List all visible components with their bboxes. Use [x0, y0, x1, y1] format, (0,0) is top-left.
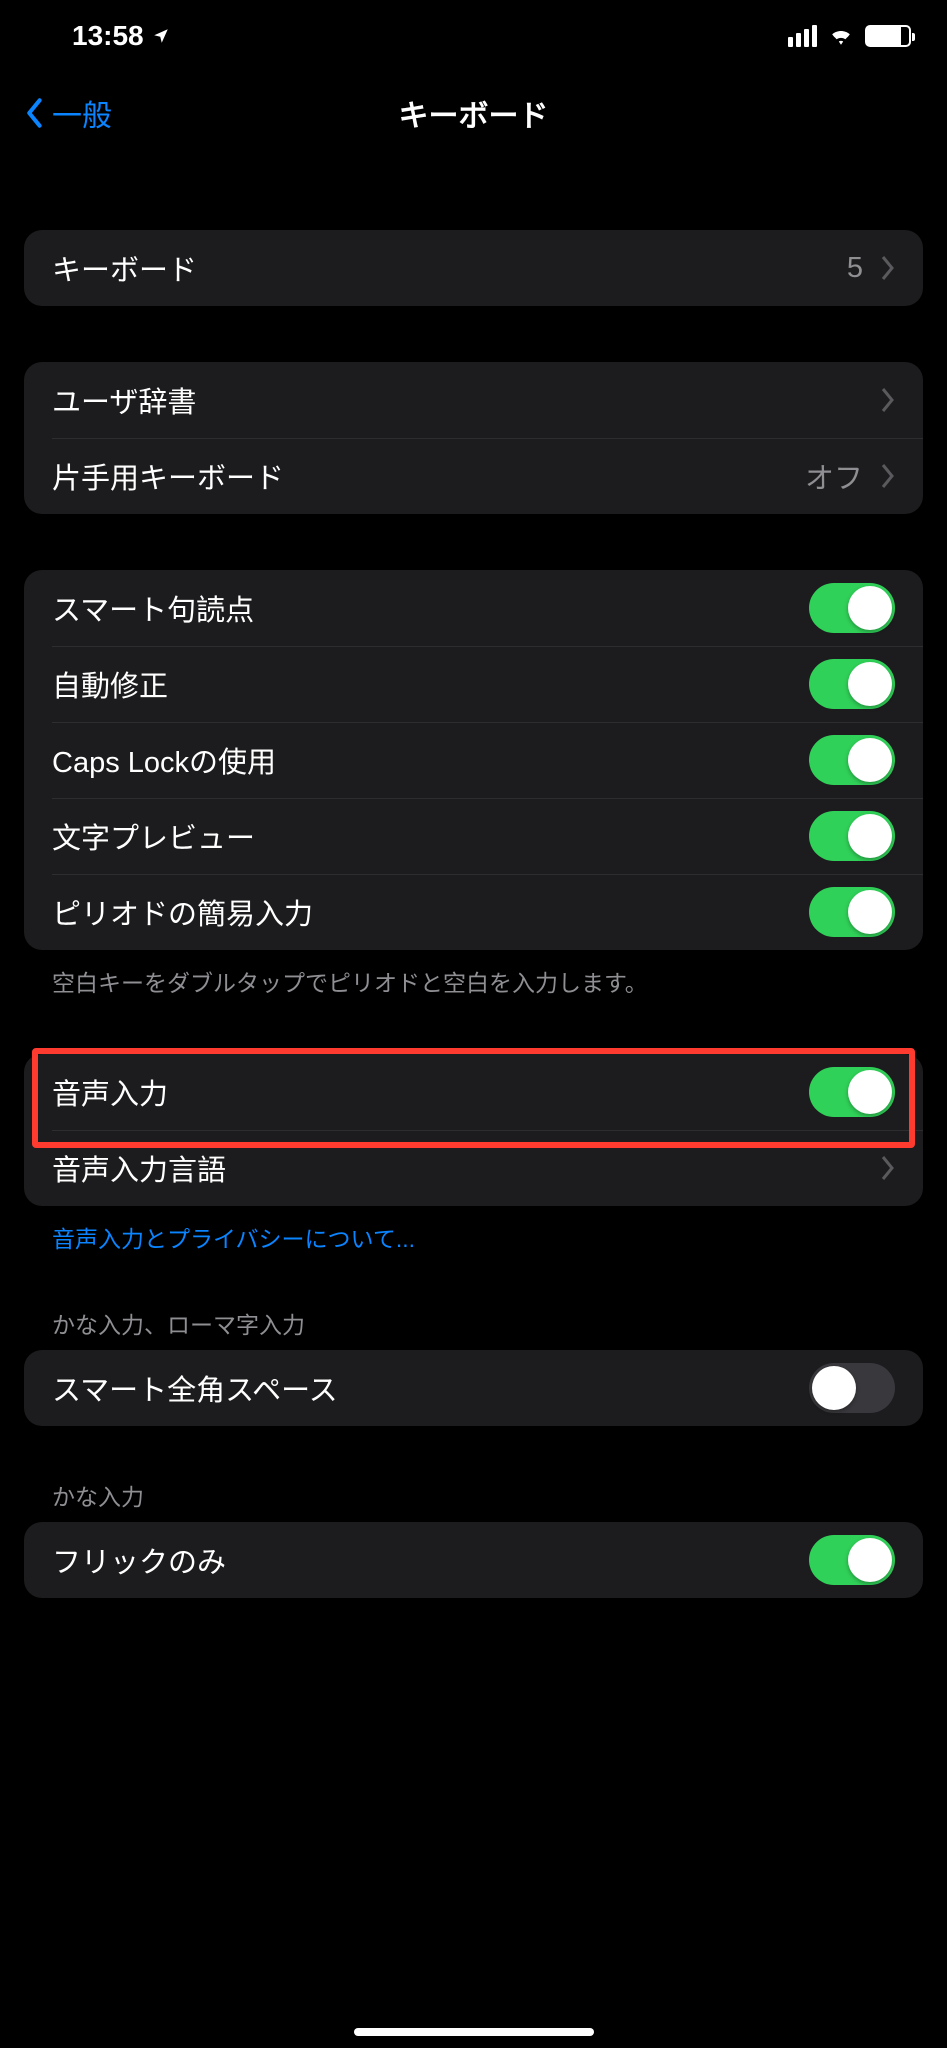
row-keyboards-label: キーボード: [52, 247, 197, 289]
group-typing-options: スマート句読点 自動修正 Caps Lockの使用 文字プレビュー ピリオドの簡…: [24, 570, 923, 950]
page-title: キーボード: [399, 91, 549, 135]
cellular-icon: [788, 25, 817, 47]
group-dictation: 音声入力 音声入力言語: [24, 1054, 923, 1206]
row-smart-fullwidth-space: スマート全角スペース: [24, 1350, 923, 1426]
back-button[interactable]: 一般: [24, 91, 112, 135]
row-dictation-languages-label: 音声入力言語: [52, 1147, 226, 1189]
row-smart-fullwidth-space-label: スマート全角スペース: [52, 1367, 338, 1409]
row-dictation-label: 音声入力: [52, 1071, 168, 1113]
header-kana-roman: かな入力、ローマ字入力: [24, 1306, 923, 1350]
toggle-dictation[interactable]: [809, 1067, 895, 1117]
row-smart-punctuation-label: スマート句読点: [52, 587, 254, 629]
toggle-flick-only[interactable]: [809, 1535, 895, 1585]
toggle-character-preview[interactable]: [809, 811, 895, 861]
row-smart-punctuation: スマート句読点: [24, 570, 923, 646]
row-keyboards-count: 5: [847, 252, 863, 285]
row-character-preview-label: 文字プレビュー: [52, 815, 255, 857]
chevron-right-icon: [879, 387, 895, 413]
row-one-handed-label: 片手用キーボード: [52, 455, 284, 497]
row-user-dictionary-label: ユーザ辞書: [52, 379, 196, 421]
row-user-dictionary[interactable]: ユーザ辞書: [24, 362, 923, 438]
status-right: [788, 25, 911, 47]
group-keyboards: キーボード 5: [24, 230, 923, 306]
wifi-icon: [827, 25, 855, 47]
row-dictation-languages[interactable]: 音声入力言語: [24, 1130, 923, 1206]
row-auto-correction: 自動修正: [24, 646, 923, 722]
row-caps-lock: Caps Lockの使用: [24, 722, 923, 798]
row-one-handed-keyboard[interactable]: 片手用キーボード オフ: [24, 438, 923, 514]
chevron-right-icon: [879, 255, 895, 281]
status-left: 13:58: [72, 20, 170, 52]
chevron-right-icon: [879, 463, 895, 489]
back-label: 一般: [52, 91, 112, 135]
row-character-preview: 文字プレビュー: [24, 798, 923, 874]
footer-period-shortcut: 空白キーをダブルタップでピリオドと空白を入力します。: [24, 950, 923, 998]
chevron-left-icon: [24, 98, 46, 128]
row-one-handed-value: オフ: [805, 455, 863, 497]
toggle-period-shortcut[interactable]: [809, 887, 895, 937]
row-keyboards[interactable]: キーボード 5: [24, 230, 923, 306]
location-icon: [152, 25, 170, 47]
row-caps-lock-label: Caps Lockの使用: [52, 739, 276, 781]
status-time: 13:58: [72, 20, 144, 52]
home-indicator[interactable]: [354, 2028, 594, 2036]
status-bar: 13:58: [0, 0, 947, 68]
toggle-caps-lock[interactable]: [809, 735, 895, 785]
link-dictation-privacy[interactable]: 音声入力とプライバシーについて...: [24, 1206, 923, 1254]
toggle-smart-fullwidth-space[interactable]: [809, 1363, 895, 1413]
row-period-shortcut-label: ピリオドの簡易入力: [52, 891, 313, 933]
row-period-shortcut: ピリオドの簡易入力: [24, 874, 923, 950]
toggle-auto-correction[interactable]: [809, 659, 895, 709]
row-auto-correction-label: 自動修正: [52, 663, 168, 705]
group-text-replacement: ユーザ辞書 片手用キーボード オフ: [24, 362, 923, 514]
group-kana: フリックのみ: [24, 1522, 923, 1598]
toggle-smart-punctuation[interactable]: [809, 583, 895, 633]
row-dictation: 音声入力: [24, 1054, 923, 1130]
header-kana: かな入力: [24, 1478, 923, 1522]
group-kana-roman: スマート全角スペース: [24, 1350, 923, 1426]
battery-icon: [865, 25, 911, 47]
nav-bar: 一般 キーボード: [0, 68, 947, 158]
row-flick-only: フリックのみ: [24, 1522, 923, 1598]
chevron-right-icon: [879, 1155, 895, 1181]
row-flick-only-label: フリックのみ: [52, 1539, 226, 1581]
